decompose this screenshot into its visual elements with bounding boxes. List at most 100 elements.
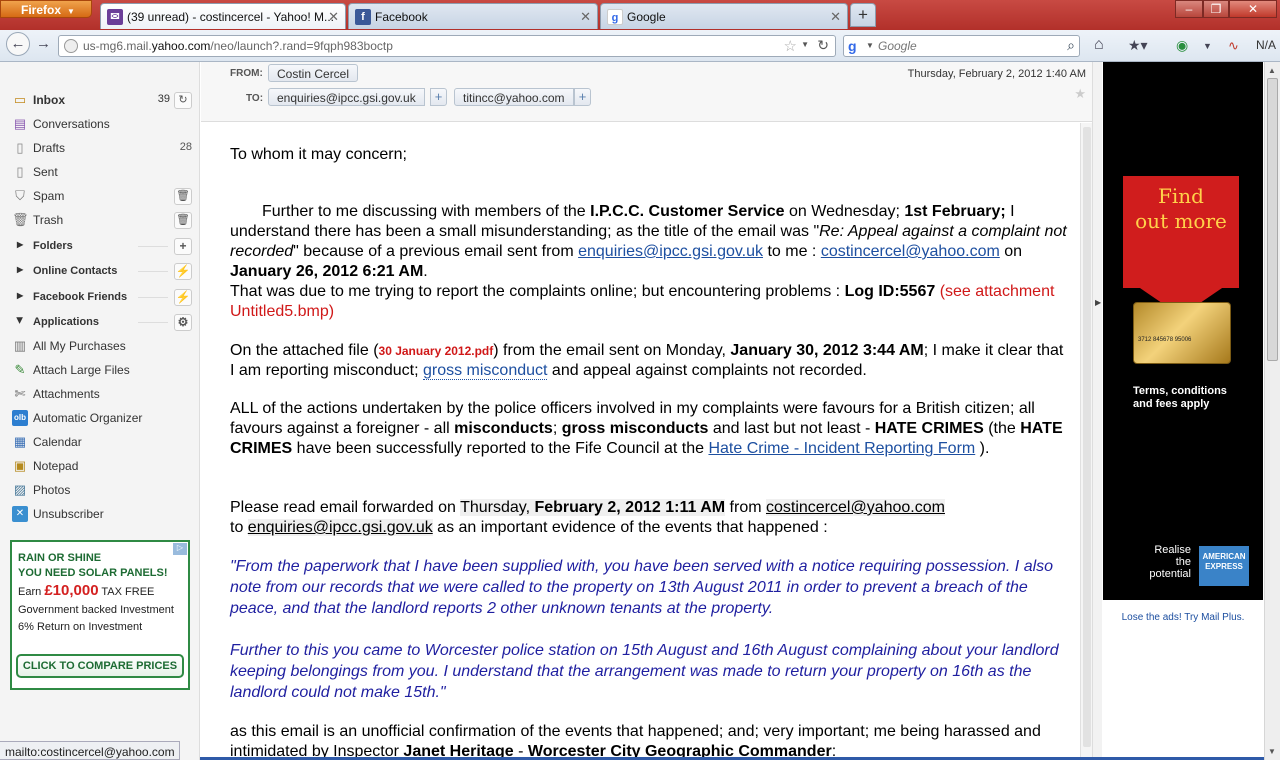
sidebar-item-trash[interactable]: 🗑 Trash 🗑: [0, 209, 200, 231]
ad-taxfree: TAX FREE: [101, 586, 155, 598]
scroll-thumb[interactable]: [1083, 127, 1091, 747]
sidebar-item-photos[interactable]: ▨ Photos: [0, 479, 200, 501]
close-tab-icon[interactable]: ✕: [328, 9, 339, 25]
inbox-icon: ▭: [13, 92, 27, 107]
from-contact-chip[interactable]: Costin Cercel: [268, 64, 359, 82]
text: Thursday,: [460, 499, 535, 516]
ad-panel-splitter[interactable]: ▶: [1092, 62, 1102, 760]
attachments-icon: ✄: [14, 386, 26, 401]
forward-arrow-icon[interactable]: →: [36, 35, 51, 52]
sidebar-item-calendar[interactable]: ▦ Calendar: [0, 431, 200, 453]
tab-facebook[interactable]: f Facebook ✕: [348, 3, 598, 29]
sidebar-section-applications[interactable]: ▶ Applications ⚙: [0, 311, 200, 333]
from-label: FROM:: [230, 68, 263, 79]
maximize-window-button[interactable]: ❐: [1203, 0, 1229, 18]
sidebar-item-all-my-purchases[interactable]: ▥ All My Purchases: [0, 335, 200, 357]
navigation-toolbar: ← → us-mg6.mail.yahoo.com/neo/launch?.ra…: [0, 30, 1280, 62]
tab-google[interactable]: g Google ✕: [600, 3, 848, 29]
close-tab-icon[interactable]: ✕: [580, 9, 591, 25]
lose-the-ads-link[interactable]: Lose the ads! Try Mail Plus.: [1103, 612, 1263, 623]
sidebar-item-attachments[interactable]: ✄ Attachments: [0, 383, 200, 405]
message-scrollbar[interactable]: [1080, 123, 1092, 760]
close-tab-icon[interactable]: ✕: [830, 9, 841, 25]
email-link[interactable]: enquiries@ipcc.gsi.gov.uk: [247, 519, 433, 536]
sidebar-item-spam[interactable]: ⛉ Spam 🗑: [0, 185, 200, 207]
empty-spam-icon[interactable]: 🗑: [174, 188, 192, 205]
url-prefix: us-mg6.mail.: [83, 39, 152, 53]
text-bold: gross misconducts: [561, 420, 709, 437]
sidebar-item-drafts[interactable]: ▯ Drafts 28: [0, 137, 200, 159]
sidebar-item-sent[interactable]: ▯ Sent: [0, 161, 200, 183]
collapse-arrow-icon[interactable]: ▶: [1095, 298, 1101, 307]
search-icon[interactable]: ⌕: [1067, 37, 1075, 54]
ad-choices-icon[interactable]: ▷: [173, 543, 187, 555]
solar-panels-ad[interactable]: ▷ RAIN OR SHINE YOU NEED SOLAR PANELS! E…: [10, 540, 190, 690]
tab-yahoo-mail[interactable]: ✉ (39 unread) - costincercel - Yahoo! M.…: [100, 3, 346, 29]
to-contact-chip[interactable]: titincc@yahoo.com: [454, 88, 574, 106]
ad-line-2: YOU NEED SOLAR PANELS!: [18, 567, 168, 579]
calendar-icon: ▦: [13, 434, 27, 449]
google-search-engine-icon[interactable]: g: [848, 38, 864, 54]
email-link[interactable]: costincercel@yahoo.com: [821, 243, 1000, 260]
sidebar-item-label: Inbox: [33, 93, 65, 107]
back-arrow-icon[interactable]: ←: [6, 32, 30, 56]
gear-icon[interactable]: ⚙: [174, 314, 192, 331]
sidebar-item-label: Unsubscriber: [33, 507, 104, 521]
site-identity-icon[interactable]: [64, 39, 78, 53]
sidebar-item-conversations[interactable]: ▤ Conversations: [0, 113, 200, 135]
compare-prices-button[interactable]: CLICK TO COMPARE PRICES: [16, 654, 184, 678]
chevron-down-icon: ▼: [67, 7, 75, 16]
sidebar-item-notepad[interactable]: ▣ Notepad: [0, 455, 200, 477]
page-scrollbar[interactable]: ▲ ▼: [1264, 62, 1280, 760]
sidebar-item-inbox[interactable]: ▭ Inbox 39 ↻: [0, 89, 200, 111]
sidebar-item-unsubscriber[interactable]: ✕ Unsubscriber: [0, 503, 200, 525]
email-link[interactable]: enquiries@ipcc.gsi.gov.uk: [578, 243, 763, 260]
section-label: Applications: [33, 316, 100, 328]
firefox-menu-button[interactable]: Firefox ▼: [0, 0, 92, 18]
bookmarks-menu-icon[interactable]: ★▾: [1128, 37, 1148, 54]
home-icon[interactable]: ⌂: [1094, 36, 1104, 54]
search-engine-dropdown-icon[interactable]: ▼: [866, 41, 874, 50]
url-bar[interactable]: us-mg6.mail.yahoo.com/neo/launch?.rand=9…: [58, 35, 836, 57]
messenger-status-icon[interactable]: ⚡: [174, 263, 192, 280]
text: .: [423, 263, 428, 280]
addon-dropdown-icon[interactable]: ▼: [1203, 41, 1212, 51]
pagerank-icon[interactable]: ∿: [1228, 38, 1239, 54]
sidebar-section-folders[interactable]: ▶ Folders +: [0, 235, 200, 257]
scroll-up-icon[interactable]: ▲: [1268, 66, 1276, 75]
url-history-dropdown-icon[interactable]: ▼: [801, 40, 809, 49]
addon-globe-icon[interactable]: ◉: [1176, 37, 1188, 54]
add-folder-icon[interactable]: +: [174, 238, 192, 255]
sidebar-item-label: Notepad: [33, 459, 79, 473]
scroll-down-icon[interactable]: ▼: [1268, 747, 1276, 756]
to-contact-chip[interactable]: enquiries@ipcc.gsi.gov.uk: [268, 88, 425, 106]
find-out-more-sign[interactable]: Find out more: [1123, 176, 1239, 288]
amex-logo: AMERICAN EXPRESS: [1199, 546, 1249, 586]
flag-star-icon[interactable]: ★: [1074, 86, 1086, 102]
reload-icon[interactable]: ↻: [817, 37, 829, 54]
new-tab-button[interactable]: +: [850, 3, 876, 27]
empty-trash-icon[interactable]: 🗑: [174, 212, 192, 229]
add-contact-icon[interactable]: +: [430, 88, 447, 106]
hate-crime-form-link[interactable]: Hate Crime - Incident Reporting Form: [708, 440, 975, 457]
sidebar-item-automatic-organizer[interactable]: olb Automatic Organizer: [0, 407, 200, 429]
ad-headline-1: Find: [1158, 184, 1204, 208]
purchases-icon: ▥: [13, 338, 27, 353]
email-link[interactable]: costincercel@yahoo.com: [765, 499, 945, 516]
sidebar-section-online-contacts[interactable]: ▶ Online Contacts ⚡: [0, 260, 200, 282]
close-window-button[interactable]: ✕: [1229, 0, 1277, 18]
minimize-window-button[interactable]: –: [1175, 0, 1203, 18]
tab-label: (39 unread) - costincercel - Yahoo! M...: [127, 10, 334, 24]
gross-misconduct-link[interactable]: gross misconduct: [422, 362, 548, 380]
text: from: [725, 499, 766, 516]
search-bar[interactable]: g ▼ Google ⌕: [843, 35, 1080, 57]
amex-ad[interactable]: Find out more 3712 845678 95006 Terms, co…: [1103, 62, 1263, 600]
scroll-thumb[interactable]: [1267, 78, 1278, 361]
sidebar-section-facebook-friends[interactable]: ▶ Facebook Friends ⚡: [0, 286, 200, 308]
refresh-icon[interactable]: ↻: [174, 92, 192, 109]
facebook-status-icon[interactable]: ⚡: [174, 289, 192, 306]
sidebar-item-attach-large-files[interactable]: ✎ Attach Large Files: [0, 359, 200, 381]
section-label: Facebook Friends: [33, 291, 128, 303]
bookmark-star-icon[interactable]: ☆: [784, 37, 797, 55]
add-contact-icon[interactable]: +: [574, 88, 591, 106]
